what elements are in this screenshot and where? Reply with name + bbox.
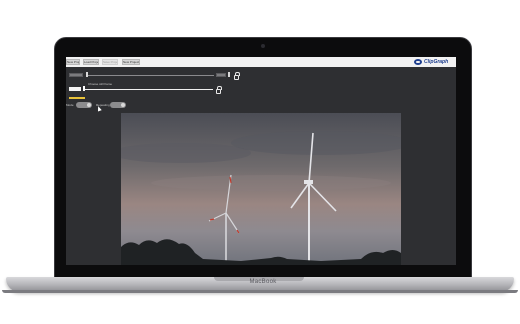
save-project-button[interactable]: Save Project	[102, 59, 118, 65]
progress-indicator	[69, 97, 85, 99]
laptop-base-lip	[2, 290, 518, 293]
mode-toggle[interactable]	[76, 102, 92, 108]
still-frame-track[interactable]	[85, 89, 213, 90]
mode-label: Mode	[66, 103, 74, 107]
lock-icon[interactable]	[234, 72, 240, 80]
macbook-label: MacBook	[249, 279, 277, 285]
video-preview[interactable]	[121, 113, 401, 265]
app-screen: New Project Load Project Save Project Ne…	[66, 57, 456, 265]
start-time-field[interactable]	[69, 73, 83, 77]
menu-bar: New Project Load Project Save Project Ne…	[66, 57, 456, 67]
repeating-toggle[interactable]	[110, 102, 126, 108]
still-frame-field[interactable]	[69, 87, 81, 91]
new-project-button[interactable]: New Project	[66, 59, 80, 65]
camera-icon	[261, 44, 265, 48]
laptop-mockup: New Project Load Project Save Project Ne…	[0, 0, 520, 324]
logo-text: ClipGraph	[424, 59, 449, 65]
range-track[interactable]	[88, 75, 214, 76]
new-project-button-2[interactable]: New Project	[122, 59, 140, 65]
range-end-handle[interactable]	[228, 72, 230, 77]
app-logo: ClipGraph	[414, 58, 454, 66]
load-project-button[interactable]: Load Project	[83, 59, 99, 65]
lock-icon-2[interactable]	[216, 86, 222, 94]
logo-icon	[414, 59, 422, 65]
end-time-field[interactable]	[216, 73, 226, 77]
still-frame-label: Choose still frame	[88, 82, 113, 86]
